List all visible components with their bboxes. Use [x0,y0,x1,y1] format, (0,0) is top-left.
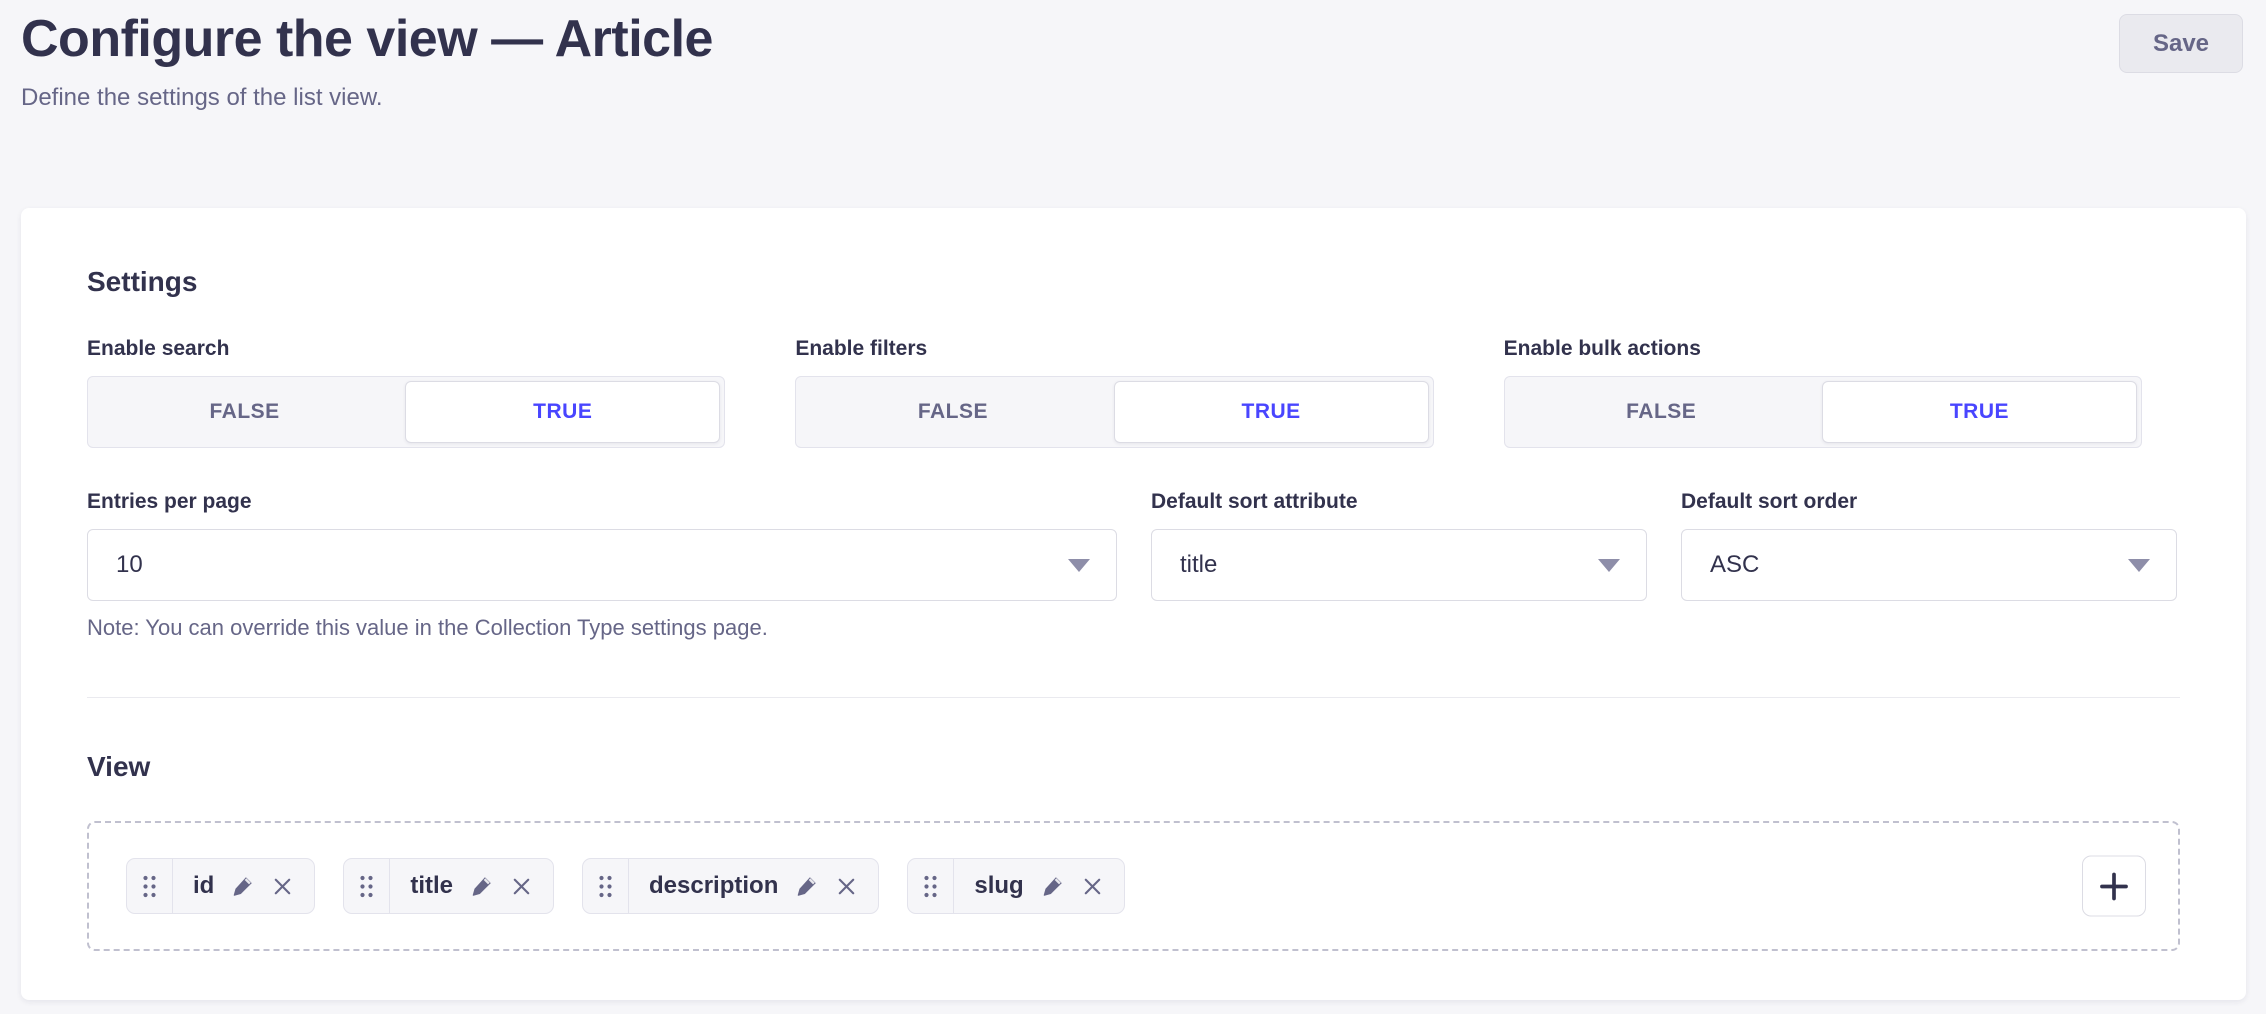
close-icon [1081,875,1104,898]
settings-heading: Settings [87,265,2180,299]
enable-bulk-actions-field: Enable bulk actions FALSE TRUE [1504,337,2142,448]
configure-view-page: Configure the view — Article Define the … [0,0,2266,1014]
page-subtitle: Define the settings of the list view. [21,84,2243,112]
view-heading: View [87,750,2180,784]
enable-filters-false-button[interactable]: FALSE [796,377,1109,447]
chip-body: title [390,859,553,913]
pencil-icon [1040,874,1065,899]
entries-per-page-value: 10 [116,551,143,579]
plus-icon [2097,869,2131,903]
default-sort-attribute-select[interactable]: title [1151,529,1647,601]
drag-handle[interactable] [908,859,954,913]
enable-filters-toggle: FALSE TRUE [795,376,1433,448]
view-fields-drop-zone: id [87,821,2180,951]
entries-per-page-field: Entries per page 10 Note: You can overri… [87,490,1117,641]
enable-filters-field: Enable filters FALSE TRUE [795,337,1433,448]
default-sort-order-field: Default sort order ASC [1681,490,2177,641]
remove-field-button[interactable] [510,875,533,898]
enable-bulk-actions-toggle: FALSE TRUE [1504,376,2142,448]
toggles-row: Enable search FALSE TRUE Enable filters … [87,337,2180,448]
field-chip-slug: slug [907,858,1124,914]
drag-handle-icon [359,874,374,899]
add-field-button[interactable] [2082,856,2146,917]
close-icon [835,875,858,898]
dropdown-arrow-icon [1068,559,1090,572]
enable-search-field: Enable search FALSE TRUE [87,337,725,448]
dropdown-arrow-icon [1598,559,1620,572]
default-sort-order-label: Default sort order [1681,490,2177,514]
default-sort-attribute-label: Default sort attribute [1151,490,1647,514]
pencil-icon [794,874,819,899]
remove-field-button[interactable] [835,875,858,898]
section-divider [87,697,2180,698]
chip-body: slug [954,859,1123,913]
selects-row: Entries per page 10 Note: You can overri… [87,490,2180,641]
enable-filters-label: Enable filters [795,337,1433,361]
entries-per-page-select[interactable]: 10 [87,529,1117,601]
edit-field-button[interactable] [230,874,255,899]
field-chip-label: title [410,872,453,900]
field-chip-label: description [649,872,778,900]
settings-card: Settings Enable search FALSE TRUE Enable… [21,208,2246,1000]
default-sort-attribute-value: title [1180,551,1217,579]
chip-body: id [173,859,314,913]
drag-handle-icon [923,874,938,899]
drag-handle-icon [598,874,613,899]
default-sort-order-value: ASC [1710,551,1759,579]
field-chip-label: id [193,872,214,900]
edit-field-button[interactable] [794,874,819,899]
close-icon [271,875,294,898]
field-chip-description: description [582,858,879,914]
enable-search-label: Enable search [87,337,725,361]
page-title: Configure the view — Article [21,10,2243,70]
dropdown-arrow-icon [2128,559,2150,572]
drag-handle[interactable] [344,859,390,913]
enable-search-toggle: FALSE TRUE [87,376,725,448]
page-header: Configure the view — Article Define the … [21,10,2243,112]
enable-bulk-actions-false-button[interactable]: FALSE [1505,377,1818,447]
remove-field-button[interactable] [271,875,294,898]
edit-field-button[interactable] [1040,874,1065,899]
enable-bulk-actions-label: Enable bulk actions [1504,337,2142,361]
drag-handle[interactable] [583,859,629,913]
enable-bulk-actions-true-button[interactable]: TRUE [1822,381,2137,443]
drag-handle[interactable] [127,859,173,913]
pencil-icon [469,874,494,899]
field-chip-label: slug [974,872,1023,900]
entries-per-page-label: Entries per page [87,490,1117,514]
enable-filters-true-button[interactable]: TRUE [1114,381,1429,443]
drag-handle-icon [142,874,157,899]
default-sort-order-select[interactable]: ASC [1681,529,2177,601]
field-chip-id: id [126,858,315,914]
close-icon [510,875,533,898]
edit-field-button[interactable] [469,874,494,899]
enable-search-false-button[interactable]: FALSE [88,377,401,447]
pencil-icon [230,874,255,899]
field-chip-title: title [343,858,554,914]
enable-search-true-button[interactable]: TRUE [405,381,720,443]
entries-per-page-note: Note: You can override this value in the… [87,615,1117,641]
default-sort-attribute-field: Default sort attribute title [1151,490,1647,641]
chip-body: description [629,859,878,913]
save-button[interactable]: Save [2119,14,2243,73]
remove-field-button[interactable] [1081,875,1104,898]
